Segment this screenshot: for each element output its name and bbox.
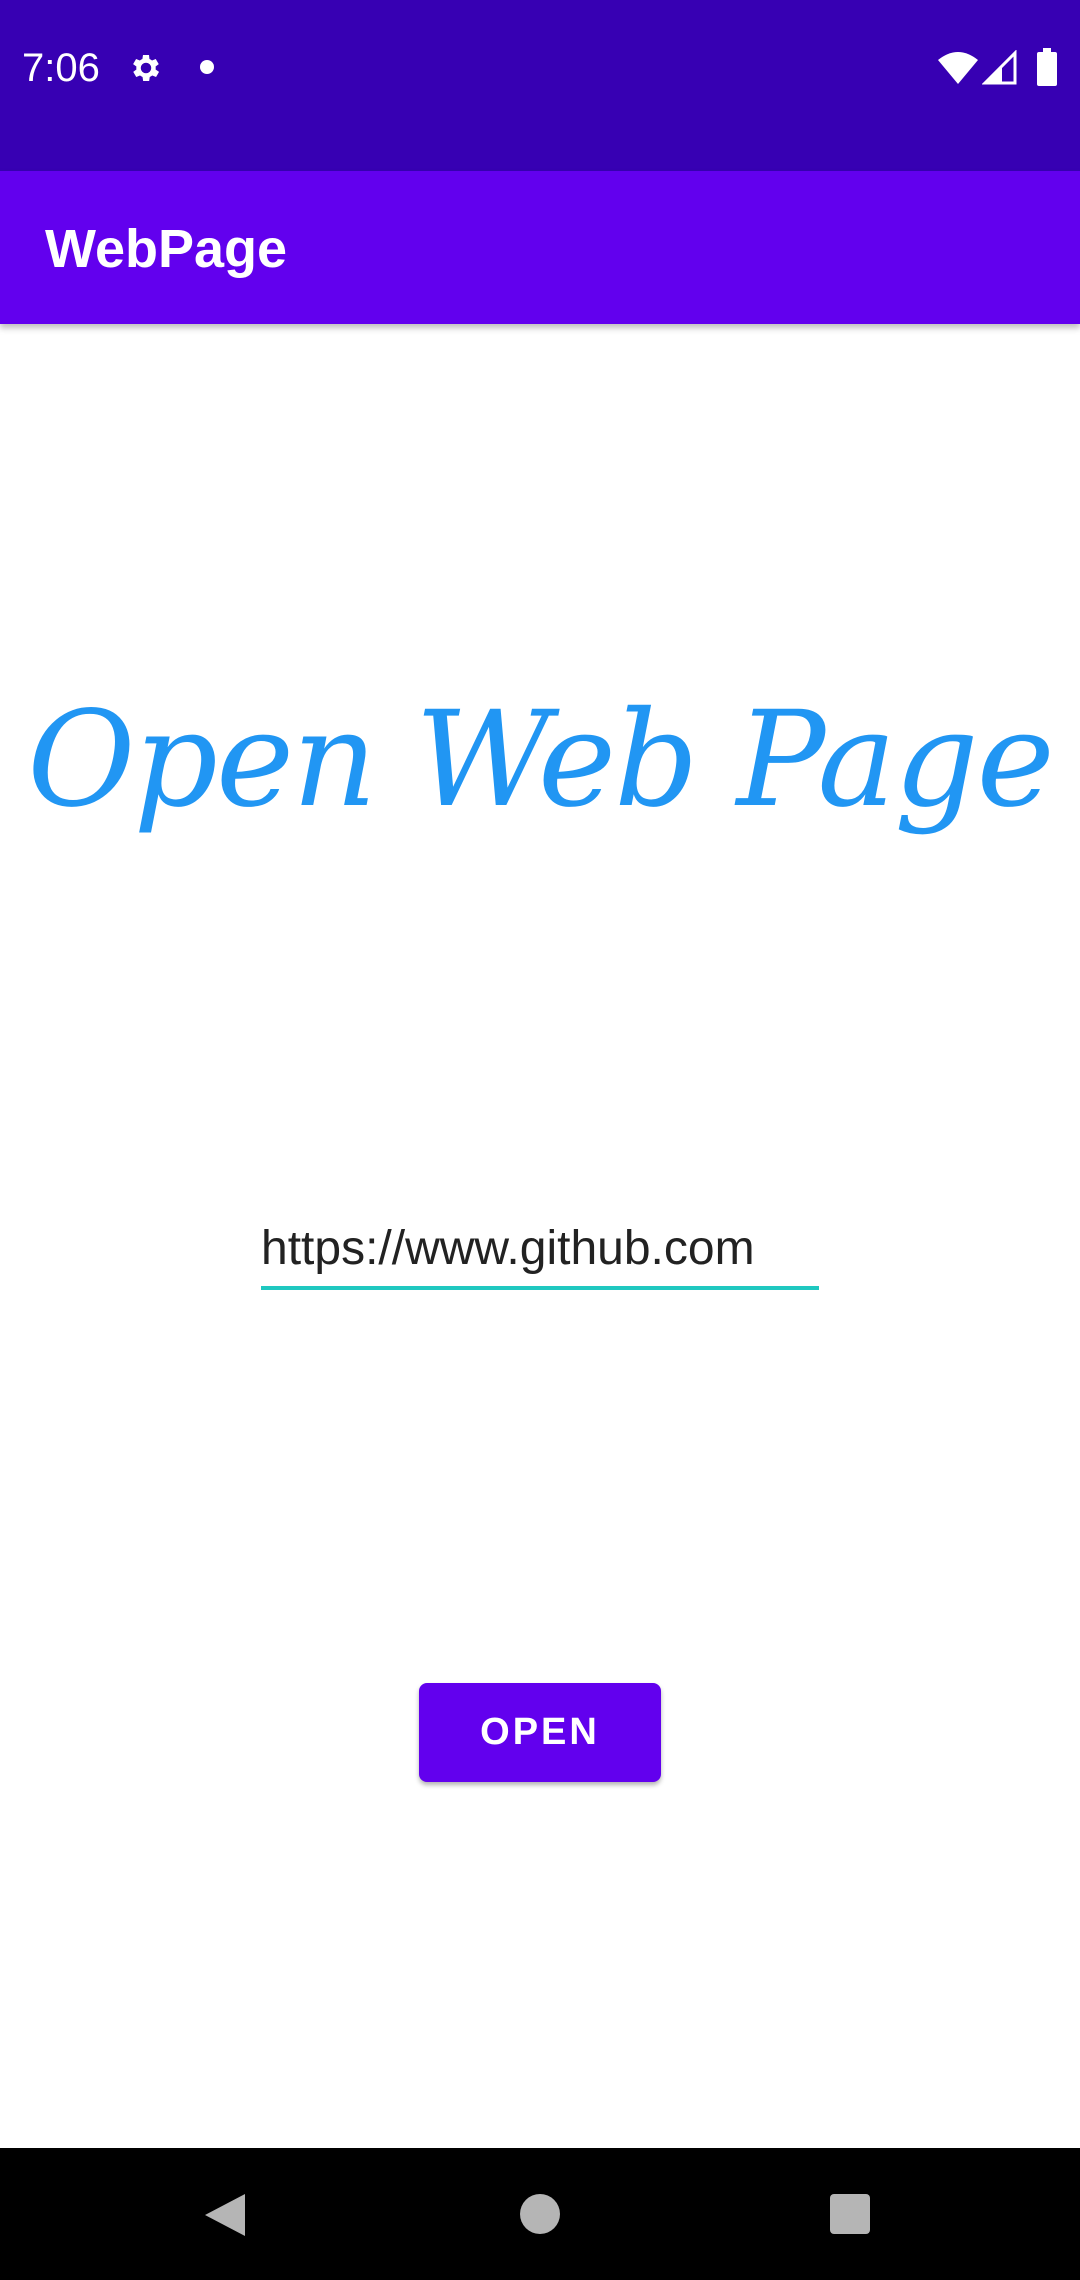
- battery-icon: [1037, 48, 1057, 86]
- app-title: WebPage: [45, 219, 288, 279]
- page-headline: Open Web Page: [27, 683, 1055, 837]
- url-input[interactable]: [261, 1210, 819, 1290]
- wifi-icon: [938, 52, 978, 84]
- screen: 7:06 WebPage Open Web Page OPEN: [0, 0, 1080, 2280]
- status-bar: 7:06: [0, 0, 1080, 171]
- navigation-bar: [0, 2148, 1080, 2280]
- signal-icon: [982, 50, 1017, 85]
- home-icon[interactable]: [520, 2194, 560, 2234]
- gear-icon: [133, 54, 160, 82]
- status-time: 7:06: [22, 46, 100, 90]
- back-icon[interactable]: [203, 2192, 247, 2238]
- recents-icon[interactable]: [830, 2194, 870, 2234]
- open-button[interactable]: OPEN: [419, 1683, 661, 1782]
- app-bar: WebPage: [0, 171, 1080, 324]
- notification-dot-icon: [200, 60, 214, 74]
